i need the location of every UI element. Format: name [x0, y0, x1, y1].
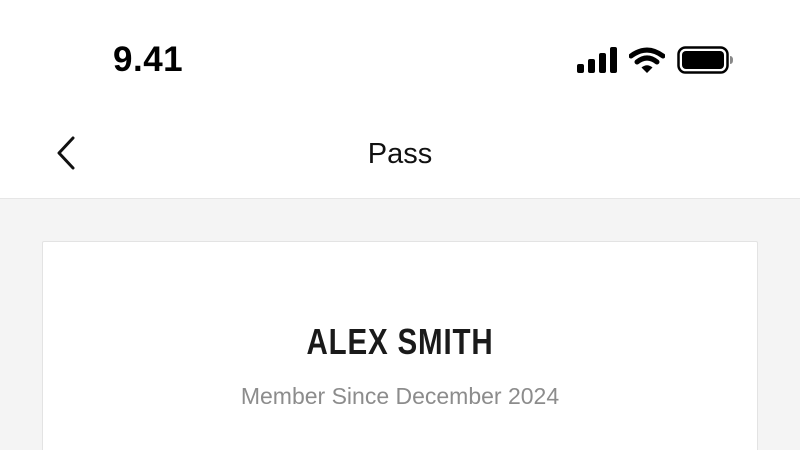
status-icons — [577, 45, 734, 75]
content-area: ALEX SMITH Member Since December 2024 — [0, 199, 800, 450]
nav-bar: Pass — [0, 100, 800, 199]
wifi-icon — [629, 47, 665, 73]
battery-icon — [677, 46, 733, 74]
member-since: Member Since December 2024 — [240, 383, 560, 409]
status-time: 9.41 — [113, 40, 184, 79]
status-bar: 9.41 — [0, 0, 800, 100]
pass-card: ALEX SMITH Member Since December 2024 — [42, 241, 758, 450]
member-name: ALEX SMITH — [306, 321, 494, 362]
page-title: Pass — [367, 138, 433, 170]
cellular-signal-icon — [577, 47, 617, 73]
